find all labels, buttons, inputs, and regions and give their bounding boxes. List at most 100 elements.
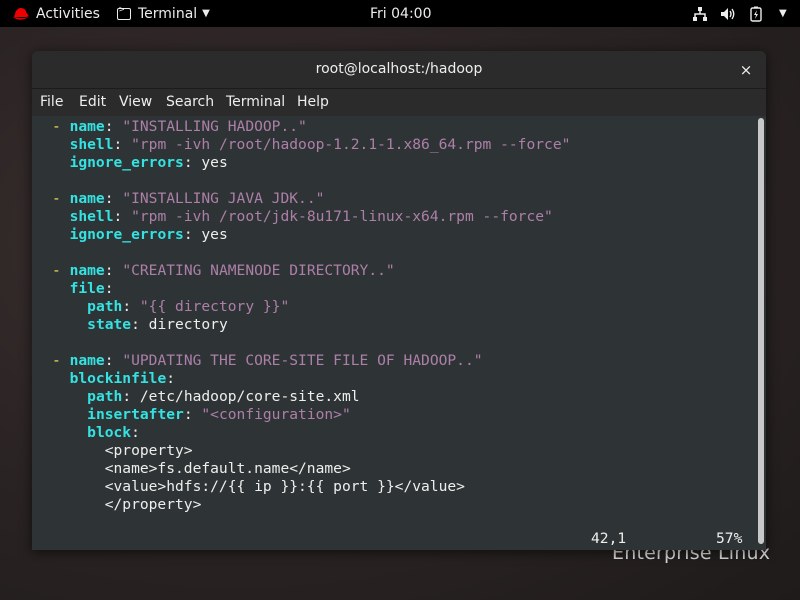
yaml-text: : — [104, 118, 123, 135]
editor-line: - name: "UPDATING THE CORE-SITE FILE OF … — [52, 352, 483, 370]
yaml-text: <value>hdfs://{{ ip }}:{{ port }}</value… — [52, 478, 465, 495]
window-title: root@localhost:/hadoop — [315, 61, 483, 77]
yaml-text — [52, 388, 87, 405]
yaml-string: "rpm -ivh /root/hadoop-1.2.1-1.x86_64.rp… — [131, 136, 571, 153]
editor-line: </property> — [52, 496, 202, 514]
editor-line: shell: "rpm -ivh /root/hadoop-1.2.1-1.x8… — [52, 136, 571, 154]
yaml-text: </property> — [52, 496, 202, 513]
yaml-key: name — [69, 262, 105, 279]
menu-help[interactable]: Help — [297, 89, 329, 116]
yaml-text: : directory — [131, 316, 228, 333]
redhat-logo-icon — [13, 7, 29, 20]
network-icon[interactable] — [692, 0, 708, 27]
battery-icon[interactable] — [750, 0, 762, 27]
terminal-content[interactable]: - name: "INSTALLING HADOOP.." shell: "rp… — [32, 116, 766, 550]
yaml-text: : — [104, 262, 123, 279]
menu-view[interactable]: View — [119, 89, 152, 116]
chevron-down-icon: ▼ — [202, 8, 210, 19]
app-menu-button[interactable]: Terminal ▼ — [117, 0, 210, 27]
terminal-app-icon — [117, 5, 131, 20]
yaml-string: "{{ directory }}" — [139, 298, 290, 315]
yaml-text: : — [113, 208, 132, 225]
clock-label: Fri 04:00 — [370, 5, 432, 22]
menu-search[interactable]: Search — [166, 89, 214, 116]
scrollbar-thumb[interactable] — [758, 118, 764, 544]
menu-bar: File Edit View Search Terminal Help — [32, 89, 766, 116]
yaml-key: state — [87, 316, 132, 333]
yaml-key: insertafter — [87, 406, 184, 423]
yaml-text: <name>fs.default.name</name> — [52, 460, 351, 477]
yaml-string: "INSTALLING JAVA JDK.." — [122, 190, 325, 207]
editor-line: path: /etc/hadoop/core-site.xml — [52, 388, 360, 406]
chevron-down-icon: ▼ — [779, 8, 787, 19]
yaml-key: path — [87, 388, 123, 405]
scrollbar[interactable] — [758, 118, 764, 548]
activities-button[interactable]: Activities — [12, 0, 100, 27]
yaml-text — [52, 208, 70, 225]
close-button[interactable]: × — [736, 60, 756, 80]
yaml-key: name — [69, 118, 105, 135]
network-wired-icon — [693, 6, 707, 21]
yaml-text — [52, 406, 87, 423]
yaml-key: shell — [69, 208, 114, 225]
yaml-key: name — [69, 352, 105, 369]
yaml-text — [52, 424, 87, 441]
yaml-key: ignore_errors — [69, 154, 184, 171]
yaml-list-dash: - — [52, 118, 70, 135]
yaml-text — [52, 298, 87, 315]
yaml-text: : — [122, 298, 140, 315]
editor-line: - name: "INSTALLING HADOOP.." — [52, 118, 307, 136]
yaml-text: : — [113, 136, 132, 153]
window-titlebar[interactable]: root@localhost:/hadoop × — [32, 51, 766, 89]
yaml-list-dash: - — [52, 190, 70, 207]
yaml-text — [52, 136, 70, 153]
yaml-text: <property> — [52, 442, 193, 459]
yaml-key: shell — [69, 136, 114, 153]
yaml-text: : yes — [183, 154, 228, 171]
editor-line: state: directory — [52, 316, 228, 334]
battery-charging-icon — [750, 6, 762, 22]
editor-line: - name: "INSTALLING JAVA JDK.." — [52, 190, 324, 208]
yaml-text — [52, 370, 70, 387]
editor-line: insertafter: "<configuration>" — [52, 406, 351, 424]
editor-line: - name: "CREATING NAMENODE DIRECTORY.." — [52, 262, 395, 280]
activities-label: Activities — [36, 5, 100, 22]
editor-line: <name>fs.default.name</name> — [52, 460, 351, 478]
yaml-list-dash: - — [52, 352, 70, 369]
yaml-text: : — [183, 406, 202, 423]
yaml-key: path — [87, 298, 123, 315]
editor-line: file: — [52, 280, 114, 298]
yaml-text — [52, 280, 70, 297]
menu-file[interactable]: File — [40, 89, 63, 116]
yaml-key: blockinfile — [69, 370, 167, 387]
editor-line: path: "{{ directory }}" — [52, 298, 289, 316]
yaml-string: "rpm -ivh /root/jdk-8u171-linux-x64.rpm … — [131, 208, 553, 225]
speaker-icon — [721, 7, 735, 20]
clock[interactable]: Fri 04:00 — [370, 0, 431, 27]
volume-icon[interactable] — [720, 0, 737, 27]
editor-line: ignore_errors: yes — [52, 154, 228, 172]
top-bar: Activities Terminal ▼ Fri 04:00 ▼ — [0, 0, 800, 27]
yaml-key: file — [69, 280, 105, 297]
yaml-text: : — [104, 352, 123, 369]
system-menu-button[interactable]: ▼ — [774, 0, 787, 27]
scroll-percent: 57% — [716, 530, 743, 547]
editor-line: ignore_errors: yes — [52, 226, 228, 244]
yaml-key: ignore_errors — [69, 226, 184, 243]
editor-line: block: — [52, 424, 140, 442]
yaml-text — [52, 226, 70, 243]
yaml-string: "CREATING NAMENODE DIRECTORY.." — [122, 262, 395, 279]
yaml-text — [52, 154, 70, 171]
cursor-position: 42,1 — [591, 530, 627, 547]
editor-line: shell: "rpm -ivh /root/jdk-8u171-linux-x… — [52, 208, 553, 226]
menu-terminal[interactable]: Terminal — [226, 89, 285, 116]
yaml-text: : — [104, 280, 114, 297]
editor-line: blockinfile: — [52, 370, 175, 388]
yaml-text: : — [166, 370, 176, 387]
yaml-key: block — [87, 424, 132, 441]
yaml-text: : yes — [183, 226, 228, 243]
menu-edit[interactable]: Edit — [79, 89, 106, 116]
yaml-string: "UPDATING THE CORE-SITE FILE OF HADOOP..… — [122, 352, 483, 369]
yaml-list-dash: - — [52, 262, 70, 279]
yaml-text: : /etc/hadoop/core-site.xml — [122, 388, 360, 405]
